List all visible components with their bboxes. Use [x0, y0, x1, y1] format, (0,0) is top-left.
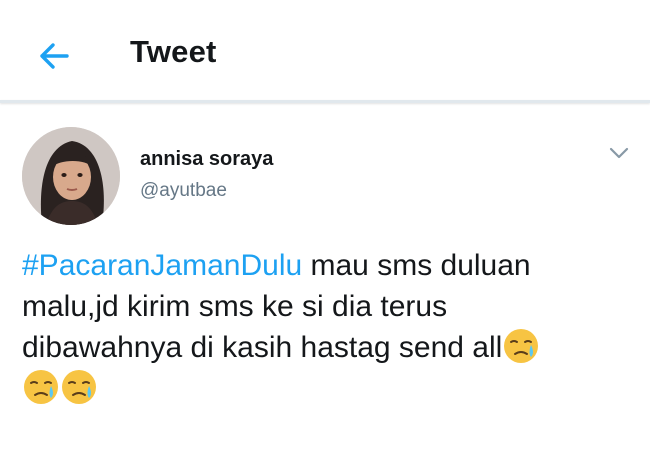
avatar[interactable] — [22, 127, 120, 225]
avatar-photo — [22, 127, 120, 225]
sad-relieved-face-emoji — [504, 329, 539, 363]
page-title: Tweet — [130, 34, 217, 69]
tweet-text-line-2: malu,jd kirim sms ke si dia terus — [22, 290, 448, 323]
tweet-text: #PacaranJamanDulu mau sms duluan malu,jd… — [22, 245, 632, 409]
back-button[interactable] — [28, 30, 80, 82]
sad-relieved-face-emoji — [62, 370, 96, 404]
author-handle[interactable]: @ayutbae — [140, 180, 227, 202]
tweet-card: annisa soraya @ayutbae #PacaranJamanDulu… — [0, 103, 650, 466]
tweet-menu-button[interactable] — [604, 139, 634, 167]
tweet-text-line-3: dibawahnya di kasih hastag send all — [22, 331, 503, 364]
chevron-down-icon — [609, 147, 629, 159]
sad-relieved-face-emoji — [24, 370, 58, 404]
arrow-left-icon — [40, 43, 69, 69]
hashtag-link[interactable]: #PacaranJamanDulu — [22, 249, 302, 282]
tweet-text-line-1: mau sms duluan — [302, 249, 531, 282]
app-bar: Tweet — [0, 0, 650, 102]
author-display-name[interactable]: annisa soraya — [140, 148, 273, 171]
